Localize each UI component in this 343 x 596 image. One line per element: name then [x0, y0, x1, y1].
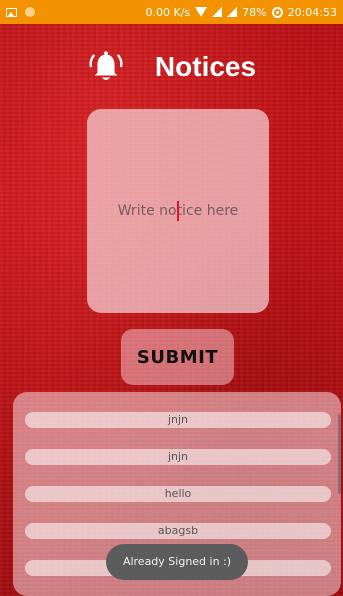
status-bar: 0.00 K/s 78% 20:04:53 [0, 0, 343, 24]
notice-item[interactable]: hello [25, 486, 331, 502]
divider [13, 512, 341, 513]
wifi-icon [195, 7, 208, 17]
list-scrollbar[interactable] [338, 414, 341, 494]
signal-icon [212, 7, 223, 17]
bell-icon [89, 51, 123, 80]
image-notification-icon [6, 7, 17, 17]
page-header: Notices [0, 45, 343, 89]
battery-level: 78% [242, 5, 267, 19]
sync-icon [271, 6, 283, 18]
submit-button[interactable]: SUBMIT [121, 329, 234, 385]
divider [13, 438, 341, 439]
toast-message: Already Signed in :) [106, 544, 248, 580]
signal-icon-2 [227, 7, 238, 17]
page-title: Notices [154, 51, 257, 82]
clock: 20:04:53 [287, 5, 337, 19]
notice-item[interactable]: jnjn [25, 412, 331, 428]
notice-item[interactable]: jnjn [25, 449, 331, 465]
notice-item[interactable]: abagsb [25, 523, 331, 539]
network-speed: 0.00 K/s [145, 5, 191, 19]
text-cursor [177, 201, 179, 221]
app-notification-icon [25, 7, 35, 17]
divider [13, 475, 341, 476]
